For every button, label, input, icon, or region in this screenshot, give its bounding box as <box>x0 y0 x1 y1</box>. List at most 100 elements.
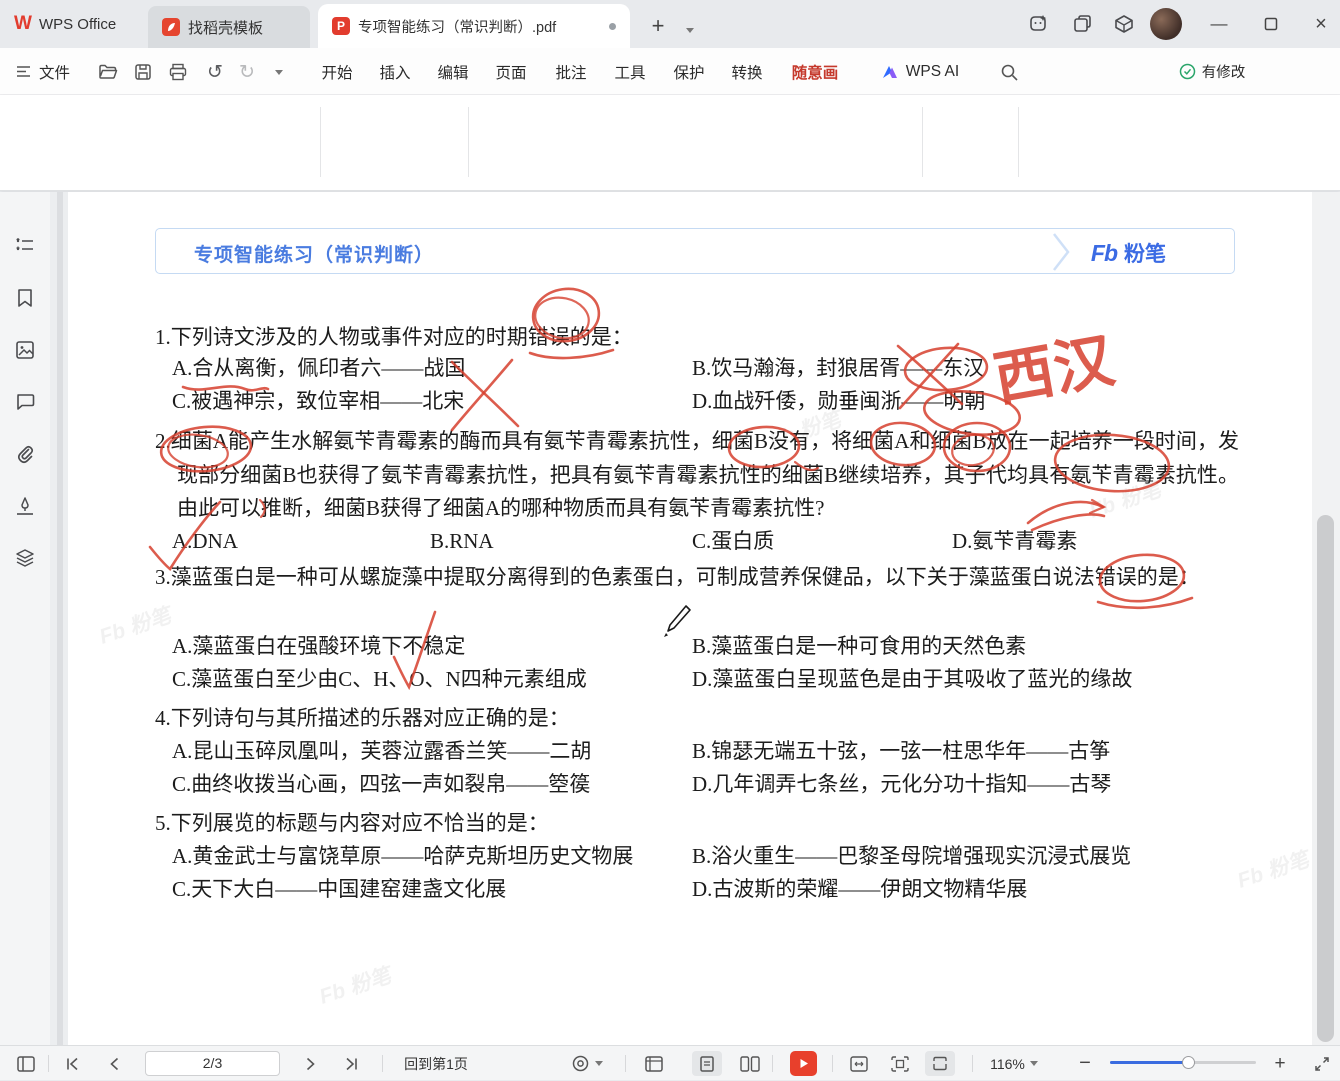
multi-window-icon[interactable] <box>1068 10 1096 38</box>
view-mode-dropdown[interactable] <box>562 1046 612 1081</box>
menu-tab-freedraw-active[interactable]: 随意画 <box>786 48 844 95</box>
read-mode-icon[interactable] <box>638 1046 670 1081</box>
panel-toggle-icon[interactable] <box>10 1046 42 1081</box>
undo-icon[interactable]: ↺ <box>202 59 228 85</box>
fit-visible-button[interactable] <box>925 1051 955 1076</box>
option: B.藻蓝蛋白是一种可食用的天然色素 <box>692 630 1026 663</box>
hamburger-icon <box>16 65 31 78</box>
first-page-button[interactable] <box>56 1046 88 1081</box>
watermark: Fb 粉笔 <box>1233 843 1312 894</box>
doc-header-title: 专项智能练习（常识判断） <box>194 240 434 267</box>
option: B.锦瑟无端五十弦，一弦一柱思华年——古筝 <box>692 735 1110 768</box>
question-stem: 1.下列诗文涉及的人物或事件对应的时期错误的是： <box>155 321 1239 354</box>
docer-icon <box>162 18 180 36</box>
option: D.藻蓝蛋白呈现蓝色是由于其吸收了蓝光的缘故 <box>692 663 1132 696</box>
draw-toolbar: 手型 选择 画曲线 画直线 颜色 线条粗细 1pt 不透明度 70% <box>0 95 1340 191</box>
last-page-button[interactable] <box>335 1046 367 1081</box>
tab-docer-templates[interactable]: 找稻壳模板 <box>148 6 310 48</box>
modified-dot-icon <box>609 23 616 30</box>
tab-active-document[interactable]: P 专项智能练习（常识判断）.pdf <box>318 4 630 48</box>
back-to-first-page-button[interactable]: 回到第1页 <box>396 1046 476 1081</box>
minimize-button[interactable]: — <box>1196 0 1242 48</box>
tab-label: 找稻壳模板 <box>188 17 263 38</box>
fit-width-button[interactable] <box>843 1046 875 1081</box>
vertical-scrollbar[interactable] <box>1312 192 1340 1045</box>
wps-logo-icon: W <box>14 13 31 35</box>
save-icon[interactable] <box>130 59 156 85</box>
zoom-level-dropdown[interactable]: 116% <box>985 1046 1043 1081</box>
watermark: Fb 粉笔 <box>95 599 174 650</box>
scrollbar-thumb[interactable] <box>1317 515 1334 1042</box>
outline-icon[interactable] <box>11 232 39 260</box>
comment-icon[interactable] <box>11 388 39 416</box>
menubar: 文件 ↺ ↻ 开始 插入 编辑 页面 批注 工具 保护 转换 随意画 WPS A… <box>0 48 1340 95</box>
wps-ai-icon <box>881 64 899 80</box>
option: D.血战歼倭，勋垂闽浙——明朝 <box>692 385 985 418</box>
menu-tab-insert[interactable]: 插入 <box>372 48 418 95</box>
option: B.饮马瀚海，封狼居胥——东汉 <box>692 352 984 385</box>
open-folder-icon[interactable] <box>95 59 121 85</box>
watermark: Fb 粉笔 <box>315 959 394 1010</box>
menu-tab-tools[interactable]: 工具 <box>607 48 653 95</box>
fullscreen-button[interactable] <box>1305 1046 1339 1081</box>
left-sidebar <box>0 192 50 1045</box>
layers-icon[interactable] <box>11 544 39 572</box>
zoom-out-button[interactable]: − <box>1070 1046 1100 1081</box>
search-icon[interactable] <box>996 59 1022 85</box>
sign-icon[interactable] <box>11 492 39 520</box>
fit-page-button[interactable] <box>884 1046 916 1081</box>
option: D.几年调弄七条丝，元化分功十指知——古琴 <box>692 768 1111 801</box>
app-menu-tab[interactable]: W WPS Office <box>0 0 140 48</box>
sync-status-icon <box>1179 63 1196 80</box>
menu-tab-convert[interactable]: 转换 <box>724 48 770 95</box>
maximize-button[interactable] <box>1248 0 1294 48</box>
option: A.藻蓝蛋白在强酸环境下不稳定 <box>172 630 465 663</box>
avatar[interactable] <box>1150 8 1182 40</box>
option: B.RNA <box>430 525 494 558</box>
question-stem: 5.下列展览的标题与内容对应不恰当的是： <box>155 807 1239 840</box>
titlebar: W WPS Office 找稻壳模板 P 专项智能练习（常识判断）.pdf + … <box>0 0 1340 48</box>
view-mode-icon <box>572 1055 589 1072</box>
ai-assistant-icon[interactable] <box>1024 10 1052 38</box>
prev-page-button[interactable] <box>98 1046 130 1081</box>
attachment-icon[interactable] <box>11 440 39 468</box>
option: C.曲终收拨当心画，四弦一声如裂帛——箜篌 <box>172 768 590 801</box>
option: C.被遇神宗，致位宰相——北宋 <box>172 385 464 418</box>
new-tab-plus-button[interactable]: + <box>644 12 672 40</box>
menu-tab-home[interactable]: 开始 <box>314 48 360 95</box>
next-page-button[interactable] <box>295 1046 327 1081</box>
3d-box-icon[interactable] <box>1110 10 1138 38</box>
close-button[interactable]: × <box>1298 0 1340 48</box>
bookmark-icon[interactable] <box>11 284 39 312</box>
double-page-view-button[interactable] <box>734 1046 766 1081</box>
pdf-page[interactable]: 专项智能练习（常识判断） Fb 粉笔 Fb 粉笔 Fb 粉笔 Fb 粉笔 Fb … <box>68 192 1312 1045</box>
zoom-in-button[interactable]: + <box>1264 1046 1296 1081</box>
file-menu[interactable]: 文件 <box>8 48 78 95</box>
page-indicator-input[interactable]: 2/3 <box>145 1051 280 1076</box>
option: A.昆山玉碎凤凰叫，芙蓉泣露香兰笑——二胡 <box>172 735 591 768</box>
menu-tab-comment[interactable]: 批注 <box>548 48 594 95</box>
modified-status[interactable]: 有修改 <box>1168 48 1256 95</box>
menu-tab-edit[interactable]: 编辑 <box>430 48 476 95</box>
chevron-divider-icon <box>1050 232 1072 272</box>
play-slideshow-button[interactable] <box>790 1051 817 1076</box>
image-icon[interactable] <box>11 336 39 364</box>
zoom-slider[interactable] <box>1110 1061 1256 1064</box>
option: B.浴火重生——巴黎圣母院增强现实沉浸式展览 <box>692 840 1131 873</box>
menu-tab-protect[interactable]: 保护 <box>666 48 712 95</box>
tab-list-caret[interactable] <box>676 16 704 44</box>
question-stem: 2.细菌A能产生水解氨苄青霉素的酶而具有氨苄青霉素抗性，细菌B没有，将细菌A和细… <box>155 425 1239 526</box>
redo-icon[interactable]: ↻ <box>234 59 260 85</box>
menu-wps-ai[interactable]: WPS AI <box>872 48 968 95</box>
single-page-view-button[interactable] <box>692 1051 722 1076</box>
fenbi-brand: Fb 粉笔 <box>1091 238 1166 268</box>
option: A.DNA <box>172 525 238 558</box>
doc-header-box: 专项智能练习（常识判断） Fb 粉笔 <box>155 228 1235 274</box>
zoom-slider-knob[interactable] <box>1182 1056 1195 1069</box>
print-icon[interactable] <box>165 59 191 85</box>
panel-gutter[interactable] <box>50 192 68 1045</box>
app-title: WPS Office <box>39 16 116 33</box>
option: C.藻蓝蛋白至少由C、H、O、N四种元素组成 <box>172 663 587 696</box>
menu-tab-page[interactable]: 页面 <box>488 48 534 95</box>
more-caret[interactable] <box>266 59 292 85</box>
